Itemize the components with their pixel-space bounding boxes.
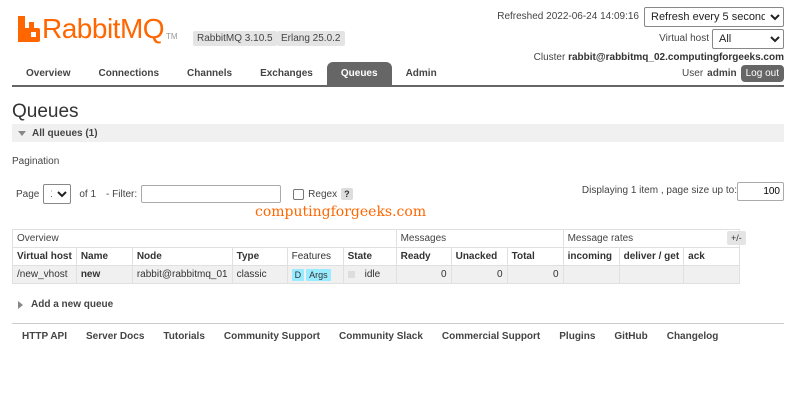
chevron-down-icon (18, 130, 26, 136)
footer-link-community-slack[interactable]: Community Slack (339, 331, 423, 342)
col-unacked[interactable]: Unacked (450, 247, 508, 266)
col-type[interactable]: Type (231, 247, 288, 266)
pagination-label: Pagination (12, 156, 60, 167)
tab-connections[interactable]: Connections (84, 62, 173, 86)
main-nav: Overview Connections Channels Exchanges … (12, 62, 451, 86)
table-row[interactable]: /new_vhost new rabbit@rabbitmq_01 classi… (12, 265, 741, 284)
page-count: of 1 (79, 188, 97, 200)
erlang-badge: Erlang 25.0.2 (277, 31, 345, 46)
overview-group-header: Overview (12, 229, 397, 248)
tab-exchanges[interactable]: Exchanges (246, 62, 327, 86)
page-select[interactable]: 1 (43, 184, 72, 204)
all-queues-section-toggle[interactable]: All queues (1) (12, 124, 784, 142)
col-ready[interactable]: Ready (395, 247, 452, 266)
row-features: D Args (286, 265, 344, 284)
row-ready: 0 (395, 265, 452, 284)
row-total: 0 (506, 265, 564, 284)
refreshed-timestamp: Refreshed 2022-06-24 14:09:16 (497, 11, 639, 22)
page-size-input[interactable] (737, 182, 784, 201)
regex-help-button[interactable]: ? (341, 188, 353, 200)
queues-table: Overview Messages Message rates Virtual … (12, 229, 741, 284)
col-features: Features (286, 247, 344, 266)
cluster-name: rabbit@rabbitmq_02.computingforgeeks.com (568, 52, 784, 63)
logo-trademark: TM (166, 31, 178, 41)
messages-group-header: Messages (395, 229, 564, 248)
col-ack[interactable]: ack (683, 247, 741, 266)
footer-link-community-support[interactable]: Community Support (224, 331, 320, 342)
row-state: idle (342, 265, 397, 284)
cluster-info: Cluster rabbit@rabbitmq_02.computingforg… (533, 52, 784, 63)
user-name: admin (707, 68, 737, 79)
col-virtual-host[interactable]: Virtual host (12, 247, 77, 266)
tab-admin[interactable]: Admin (392, 62, 451, 86)
pagination-controls: Page 1 of 1 - Filter: Regex ? (16, 184, 353, 204)
rabbit-logo-icon (18, 16, 40, 42)
virtual-host-label: Virtual host (659, 33, 709, 44)
watermark-text: computingforgeeks.com (255, 204, 427, 220)
col-node[interactable]: Node (131, 247, 233, 266)
display-count-label: Displaying 1 item , page size up to: (581, 185, 737, 196)
footer-links: HTTP API Server Docs Tutorials Community… (22, 331, 718, 342)
filter-input[interactable] (141, 185, 282, 203)
footer-link-commercial-support[interactable]: Commercial Support (442, 331, 540, 342)
footer-link-plugins[interactable]: Plugins (559, 331, 595, 342)
logo-text: RabbitMQ (42, 13, 165, 44)
row-ack (683, 265, 741, 284)
add-queue-toggle[interactable]: Add a new queue (18, 299, 113, 310)
col-state[interactable]: State (342, 247, 397, 266)
logout-button[interactable]: Log out (740, 65, 784, 82)
state-indicator-icon (347, 270, 355, 278)
feature-args-badge[interactable]: Args (306, 268, 331, 281)
nav-divider (12, 85, 784, 87)
chevron-right-icon (18, 300, 23, 309)
footer-link-tutorials[interactable]: Tutorials (163, 331, 204, 342)
user-info: User admin Log out (682, 65, 784, 82)
rabbitmq-logo: RabbitMQ TM (18, 13, 178, 44)
add-queue-label: Add a new queue (31, 299, 114, 310)
row-incoming (562, 265, 620, 284)
feature-durable-badge: D (291, 268, 305, 281)
regex-checkbox[interactable] (293, 188, 305, 200)
version-badge: RabbitMQ 3.10.5 (193, 31, 277, 46)
row-unacked: 0 (450, 265, 508, 284)
col-total[interactable]: Total (506, 247, 564, 266)
footer-link-github[interactable]: GitHub (614, 331, 647, 342)
column-toggle-button[interactable]: +/- (727, 231, 746, 245)
footer-link-server-docs[interactable]: Server Docs (86, 331, 144, 342)
page-title: Queues (12, 101, 79, 122)
footer-divider (12, 323, 784, 324)
col-incoming[interactable]: incoming (562, 247, 620, 266)
section-label: All queues (1) (32, 127, 98, 139)
row-queue-name[interactable]: new (75, 265, 133, 284)
col-name[interactable]: Name (75, 247, 133, 266)
footer-link-changelog[interactable]: Changelog (667, 331, 719, 342)
regex-label: Regex (308, 188, 338, 200)
page-label: Page (16, 188, 40, 200)
footer-link-http-api[interactable]: HTTP API (22, 331, 67, 342)
row-deliver-get (618, 265, 685, 284)
refresh-interval-select[interactable]: Refresh every 5 seconds (644, 7, 784, 27)
tab-overview[interactable]: Overview (12, 62, 84, 86)
row-type: classic (231, 265, 288, 284)
rates-group-header: Message rates (562, 229, 741, 248)
tab-channels[interactable]: Channels (173, 62, 246, 86)
tab-queues[interactable]: Queues (326, 62, 392, 86)
row-vhost: /new_vhost (12, 265, 77, 284)
row-node: rabbit@rabbitmq_01 (131, 265, 233, 284)
col-deliver-get[interactable]: deliver / get (618, 247, 685, 266)
virtual-host-select[interactable]: All (712, 29, 784, 49)
filter-label: - Filter: (106, 188, 138, 200)
